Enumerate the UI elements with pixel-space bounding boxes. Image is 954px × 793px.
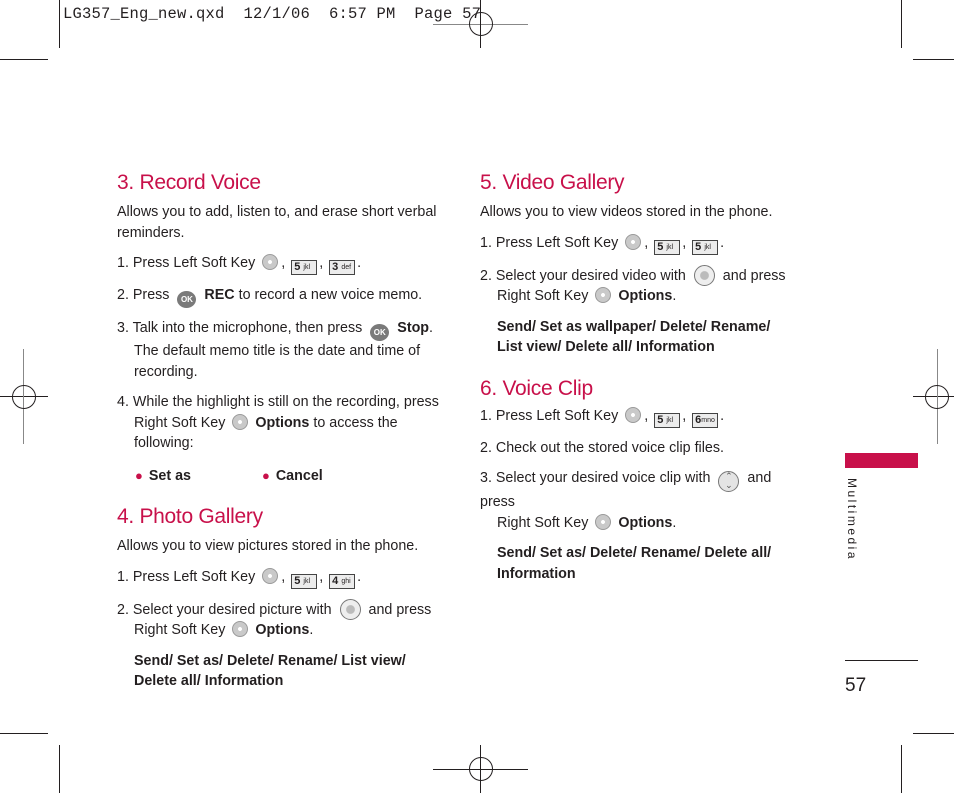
- crop-mark: [901, 745, 902, 793]
- step-1: 1. Press Left Soft Key , 5 jkl, 3 def.: [117, 254, 362, 275]
- step-2-line-2: Right Soft Key Options.: [497, 287, 677, 304]
- bullet-item: ● Cancel: [262, 467, 323, 484]
- file-slug: LG357_Eng_new.qxd 12/1/06 6:57 PM Page 5…: [63, 5, 482, 23]
- ok-key-icon: OK: [370, 324, 390, 341]
- right-column: 5. Video Gallery Allows you to view vide…: [480, 170, 810, 584]
- step-2-line-2: Right Soft Key Options.: [134, 621, 314, 638]
- right-soft-key-icon: [232, 621, 249, 637]
- section-tab-label: Multimedia: [845, 478, 859, 562]
- step-1: 1. Press Left Soft Key , 5 jkl, 4 ghi.: [117, 567, 362, 589]
- navigation-key-icon: [339, 598, 361, 620]
- crop-mark: [59, 745, 60, 793]
- section-title-record-voice: 3. Record Voice: [117, 171, 261, 194]
- bullet-item: ● Set as: [135, 467, 191, 484]
- options-list: Send/ Set as wallpaper/ Delete/ Rename/ …: [497, 318, 771, 356]
- registration-mark-left: [0, 349, 48, 444]
- key-5-icon: 5 jkl: [654, 239, 681, 255]
- step-3-continued: The default memo title is the date and t…: [134, 343, 421, 380]
- step-4-line-2: Right Soft Key Options to access the fol…: [134, 413, 398, 451]
- left-soft-key-icon: [262, 254, 279, 270]
- step-2: 2. Check out the stored voice clip files…: [480, 439, 724, 456]
- options-list: Send/ Set as/ Delete/ Rename/ List view/…: [134, 652, 406, 690]
- section-tab-marker: [845, 453, 918, 468]
- options-list: Send/ Set as/ Delete/ Rename/ Delete all…: [497, 545, 772, 582]
- step-2: 2. Select your desired video with and pr…: [480, 264, 810, 287]
- section-title-video-gallery: 5. Video Gallery: [480, 171, 625, 194]
- key-5-icon: 5 jkl: [291, 260, 318, 275]
- registration-mark-bottom: [433, 745, 528, 793]
- footer-rule: [845, 660, 918, 661]
- right-soft-key-icon: [595, 287, 612, 303]
- intro-text: Allows you to view pictures stored in th…: [117, 538, 419, 554]
- page-number: 57: [845, 675, 867, 696]
- step-1: 1. Press Left Soft Key , 5 jkl, 6mno.: [480, 406, 725, 428]
- intro-text: Allows you to view videos stored in the …: [480, 204, 773, 220]
- key-3-icon: 3 def: [329, 260, 356, 275]
- intro-text: Allows you to add, listen to, and erase …: [117, 204, 437, 241]
- key-5-icon: 5 jkl: [291, 573, 318, 589]
- step-1: 1. Press Left Soft Key , 5 jkl, 5 jkl.: [480, 233, 725, 255]
- up-down-key-icon: ⌃ ⌄: [718, 471, 740, 492]
- step-4: 4. While the highlight is still on the r…: [117, 394, 439, 410]
- left-soft-key-icon: [625, 233, 642, 250]
- key-4-icon: 4 ghi: [329, 573, 356, 589]
- key-5-icon: 5 jkl: [692, 239, 719, 255]
- step-3: 3. Select your desired voice clip with ⌃…: [480, 470, 772, 510]
- left-soft-key-icon: [262, 567, 279, 584]
- left-column: 3. Record Voice Allows you to add, liste…: [117, 170, 457, 692]
- key-5-icon: 5 jkl: [654, 412, 681, 428]
- crop-mark: [0, 733, 48, 734]
- section-title-voice-clip: 6. Voice Clip: [480, 376, 593, 400]
- crop-mark: [913, 733, 954, 734]
- key-6-icon: 6mno: [692, 412, 719, 428]
- registration-mark-right: [913, 349, 954, 444]
- crop-mark: [913, 59, 954, 60]
- crop-mark: [0, 59, 48, 60]
- left-soft-key-icon: [625, 406, 642, 423]
- step-3: 3. Talk into the microphone, then press …: [117, 318, 457, 341]
- right-soft-key-icon: [595, 513, 612, 530]
- step-2: 2. Press OK REC to record a new voice me…: [117, 285, 457, 308]
- section-title-photo-gallery: 4. Photo Gallery: [117, 505, 263, 528]
- ok-key-icon: OK: [177, 291, 197, 308]
- option-bullets: ● Set as ● Cancel: [117, 466, 457, 487]
- step-3-line-2: Right Soft Key Options.: [497, 513, 677, 531]
- crop-mark: [59, 0, 60, 48]
- navigation-key-icon: [693, 264, 715, 286]
- step-2: 2. Select your desired picture with and …: [117, 598, 457, 621]
- right-soft-key-icon: [232, 413, 249, 430]
- crop-mark: [901, 0, 902, 48]
